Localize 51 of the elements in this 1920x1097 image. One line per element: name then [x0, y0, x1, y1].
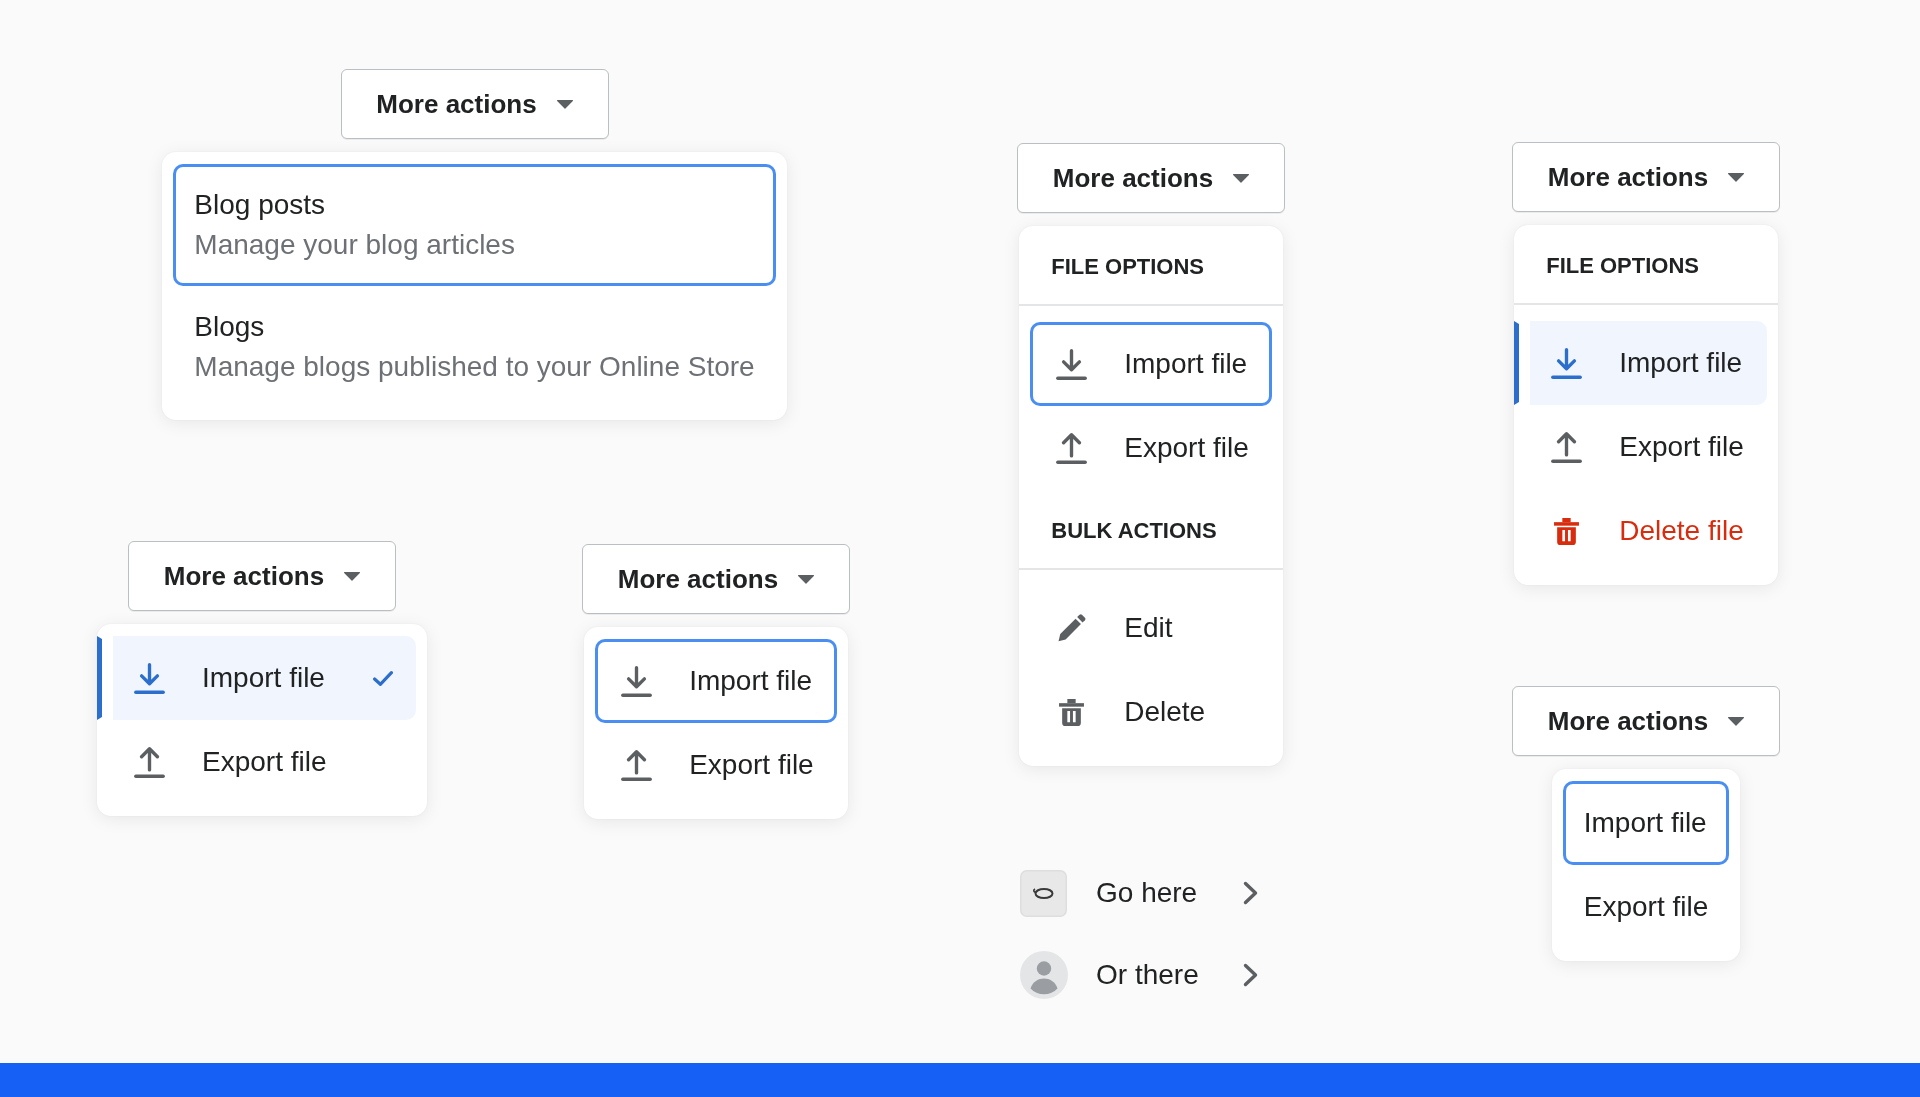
- caret-down-icon: [1728, 172, 1745, 182]
- caret-down-icon: [798, 574, 815, 584]
- caret-down-icon: [556, 99, 573, 109]
- caret-down-icon: [1728, 716, 1745, 726]
- menu-item[interactable]: Import file: [595, 639, 837, 723]
- upload-icon: [1551, 431, 1583, 463]
- upload-icon: [621, 749, 653, 781]
- dropdown-button[interactable]: More actions: [1512, 142, 1780, 212]
- trash-icon: [1059, 698, 1085, 726]
- download-icon: [1551, 347, 1583, 379]
- menu-item[interactable]: Export file: [1525, 405, 1767, 489]
- menu-item[interactable]: Edit: [1030, 586, 1272, 670]
- dropdown-button[interactable]: More actions: [1017, 143, 1285, 213]
- menu-item[interactable]: Delete file: [1525, 489, 1767, 573]
- nav-link[interactable]: Or there: [1020, 934, 1285, 1016]
- download-icon: [621, 665, 653, 697]
- menu-item[interactable]: Blogs Manage blogs published to your Online Store: [173, 286, 776, 408]
- menu-item[interactable]: Export file: [1030, 406, 1272, 490]
- item-description: Manage your blog articles: [194, 228, 516, 262]
- caret-down-icon: [1233, 173, 1250, 183]
- nav-link[interactable]: Go here: [1020, 852, 1285, 934]
- download-icon: [1056, 348, 1088, 380]
- pencil-icon: [1058, 614, 1087, 642]
- dropdown-button[interactable]: More actions: [1512, 686, 1780, 756]
- chevron-right-icon: [1243, 963, 1258, 987]
- section-heading: BULK ACTIONS: [1050, 517, 1218, 545]
- section-heading: FILE OPTIONS: [1050, 253, 1206, 281]
- dropdown-button[interactable]: More actions: [127, 541, 396, 611]
- item-description: Manage blogs published to your Online Store: [194, 350, 755, 384]
- upload-icon: [1056, 432, 1088, 464]
- chevron-right-icon: [1243, 881, 1258, 905]
- trash-icon: [1554, 517, 1580, 545]
- caret-down-icon: [344, 571, 361, 581]
- menu-item[interactable]: Export file: [108, 720, 416, 804]
- dropdown-button[interactable]: More actions: [581, 544, 850, 614]
- menu-item[interactable]: Export file: [1562, 865, 1730, 949]
- ring-thumbnail: [1020, 869, 1067, 917]
- section-heading: FILE OPTIONS: [1545, 252, 1701, 280]
- item-title: Blog posts: [194, 188, 327, 222]
- item-title: Blogs: [194, 310, 266, 344]
- upload-icon: [134, 746, 165, 778]
- menu-item[interactable]: Blog posts Manage your blog articles: [173, 164, 776, 286]
- menu-item[interactable]: Import file: [1514, 321, 1767, 405]
- menu-item[interactable]: Import file: [1030, 322, 1272, 406]
- menu-item[interactable]: Export file: [595, 723, 837, 807]
- menu-item[interactable]: Import file: [1562, 781, 1730, 865]
- menu-item[interactable]: Import file: [97, 636, 416, 720]
- download-icon: [134, 662, 165, 694]
- menu-item[interactable]: Delete: [1030, 670, 1272, 754]
- avatar-icon: [1020, 951, 1068, 999]
- dropdown-button[interactable]: More actions: [340, 69, 609, 139]
